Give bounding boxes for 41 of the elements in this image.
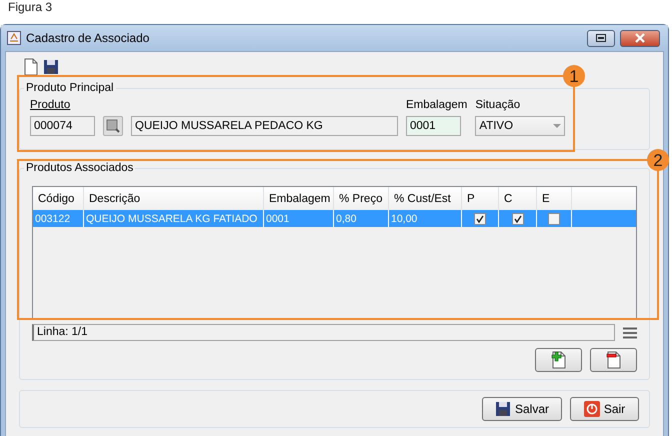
save-icon (494, 401, 511, 417)
checkbox[interactable] (474, 212, 486, 224)
field-label: Produto (30, 98, 72, 112)
add-row-button[interactable] (535, 348, 582, 372)
caret-icon (553, 124, 562, 128)
close-icon (634, 33, 646, 43)
remove-document-icon (606, 351, 622, 369)
table-cell: 0,80 (334, 210, 389, 227)
group-title: Produto Principal (24, 81, 116, 96)
table-cell: 003122 (33, 210, 84, 227)
document-icon (23, 58, 39, 76)
input-field[interactable]: 000074 (30, 116, 95, 136)
checkbox[interactable] (512, 212, 524, 224)
save-button[interactable] (43, 59, 59, 75)
table-cell: 0001 (264, 210, 334, 227)
save-button[interactable]: Salvar (482, 397, 562, 421)
status-text: Linha: 1/1 (32, 324, 615, 341)
figure-caption: Figura 3 (7, 0, 54, 16)
close-button[interactable] (620, 30, 660, 46)
table-cell: QUEIJO MUSSARELA KG FATIADO (84, 210, 264, 227)
search-button[interactable] (103, 116, 123, 136)
restore-button[interactable] (587, 30, 615, 46)
magnifier-icon (106, 119, 120, 133)
callout-number: 2 (647, 149, 669, 171)
table-cell: 10,00 (389, 210, 462, 227)
remove-row-button[interactable] (590, 348, 637, 372)
field-label: Embalagem (406, 98, 468, 112)
menu-icon[interactable] (623, 326, 637, 338)
status-dropdown[interactable]: ATIVO (475, 116, 566, 136)
window-title: Cadastro de Associado (26, 31, 150, 45)
checkbox[interactable] (548, 212, 560, 224)
new-button[interactable] (23, 58, 39, 76)
app-icon (7, 31, 21, 45)
input-field[interactable]: QUEIJO MUSSARELA PEDACO KG (131, 116, 398, 136)
restore-icon (596, 34, 606, 42)
power-icon (584, 401, 600, 417)
input-field[interactable]: 0001 (406, 116, 461, 136)
field-label: Situação (475, 98, 522, 112)
exit-button[interactable]: Sair (570, 397, 639, 421)
save-icon (43, 59, 59, 75)
add-document-icon (550, 351, 566, 369)
